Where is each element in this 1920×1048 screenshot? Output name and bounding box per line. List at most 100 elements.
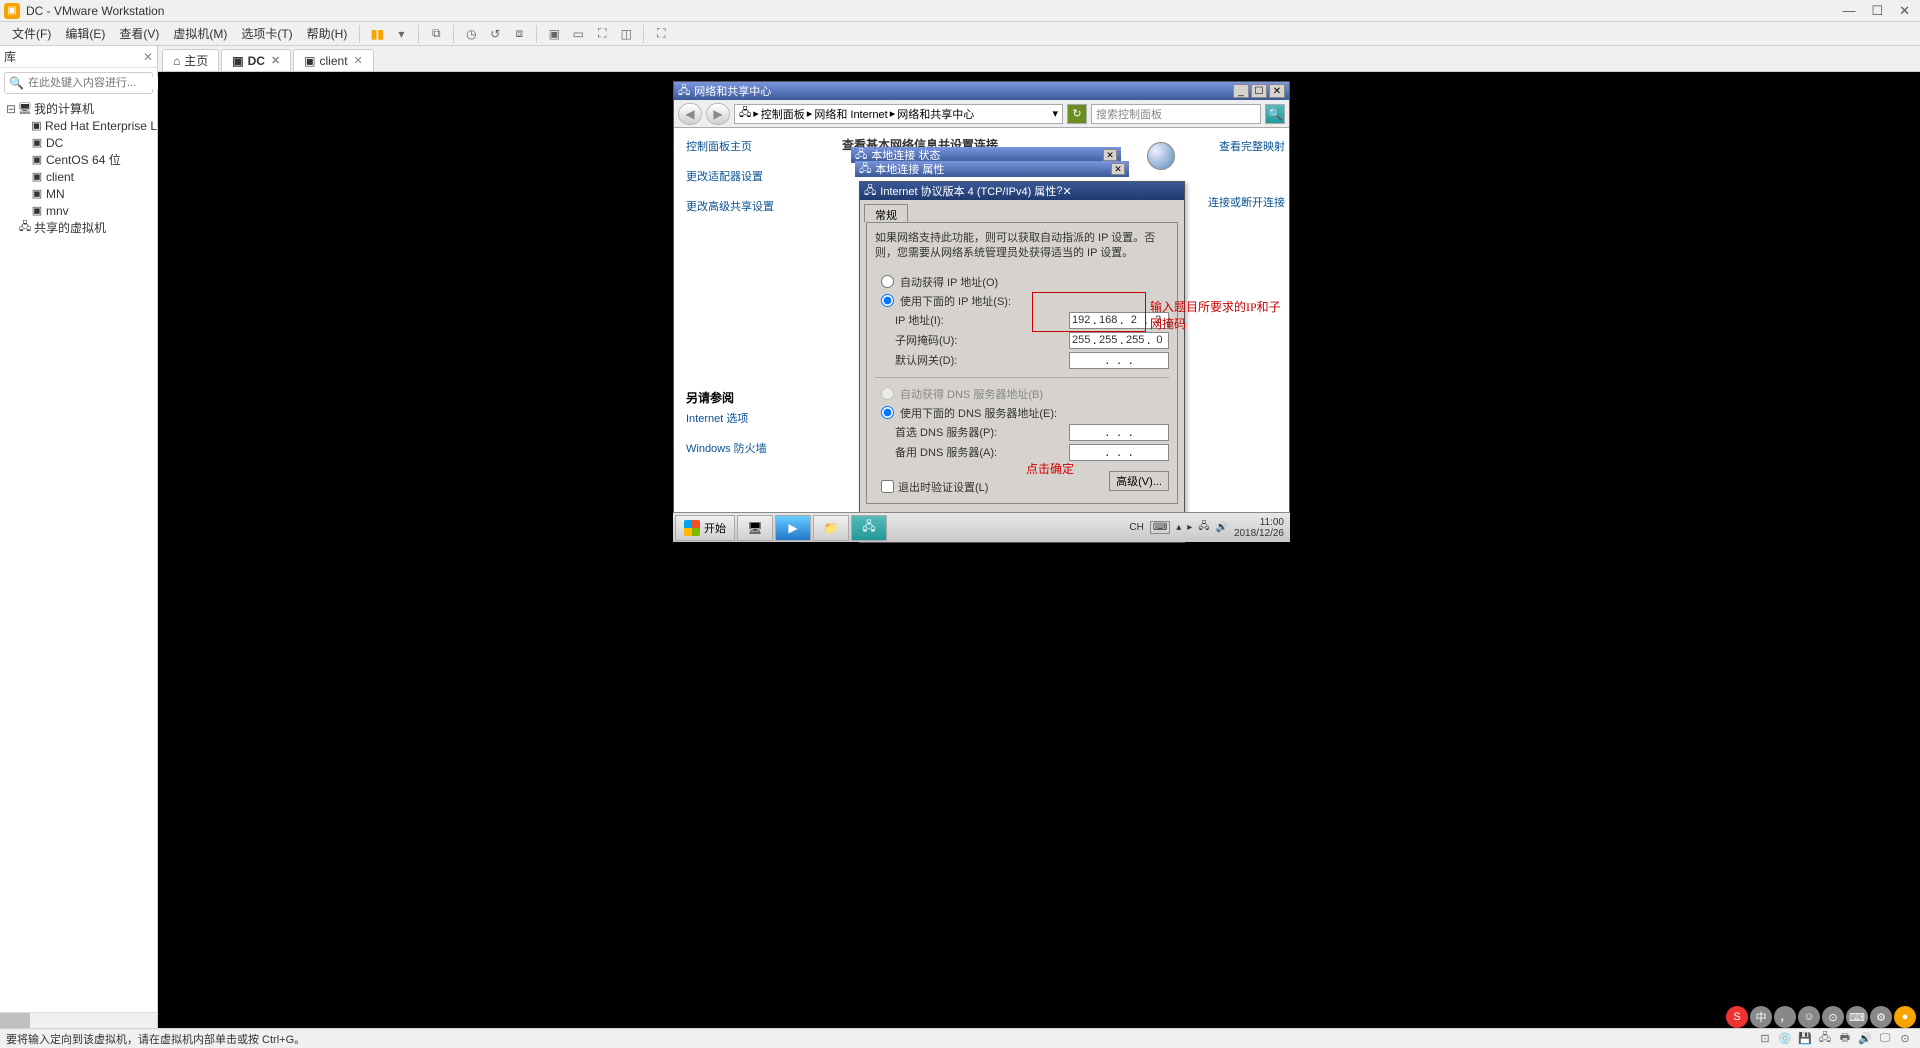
radio-use-dns[interactable]: 使用下面的 DNS 服务器地址(E): xyxy=(881,405,1169,421)
menu-view[interactable]: 查看(V) xyxy=(113,23,165,44)
ime-icon[interactable]: ⌨ xyxy=(1150,521,1170,534)
ime-s-icon[interactable]: S xyxy=(1726,1006,1748,1028)
radio-auto-ip[interactable]: 自动获得 IP 地址(O) xyxy=(881,274,1169,290)
view1-icon[interactable]: ▣ xyxy=(543,24,565,44)
guest-titlebar[interactable]: 🖧 网络和共享中心 _ ☐ ✕ xyxy=(674,82,1289,100)
taskbar-explorer-icon[interactable]: 📁 xyxy=(813,515,849,541)
menu-tabs[interactable]: 选项卡(T) xyxy=(235,23,298,44)
ime-zh-icon[interactable]: 中 xyxy=(1750,1006,1772,1028)
lang-indicator[interactable]: CH xyxy=(1129,522,1143,533)
minimize-button[interactable]: _ xyxy=(1233,84,1249,98)
ime-extra-icon[interactable]: ● xyxy=(1894,1006,1916,1028)
validate-checkbox[interactable]: 退出时验证设置(L) xyxy=(881,479,988,495)
scrollbar-horizontal[interactable] xyxy=(0,1012,157,1028)
ime-setting-icon[interactable]: ⚙ xyxy=(1870,1006,1892,1028)
subnet-mask-input[interactable]: 255.255.255.0 xyxy=(1069,332,1169,349)
snapshot-icon[interactable]: ⧉ xyxy=(425,24,447,44)
close-icon[interactable]: ✕ xyxy=(271,54,280,67)
close-button[interactable]: ✕ xyxy=(1111,163,1125,175)
tree-client[interactable]: ▣client xyxy=(0,168,157,185)
close-icon[interactable]: ✕ xyxy=(143,50,153,64)
tree-centos[interactable]: ▣CentOS 64 位 xyxy=(0,151,157,168)
tree-root[interactable]: ⊟🖥我的计算机 xyxy=(0,100,157,117)
ime-comma-icon[interactable]: ， xyxy=(1774,1006,1796,1028)
search-button[interactable]: 🔍 xyxy=(1265,104,1285,124)
ime-kbd-icon[interactable]: ⌨ xyxy=(1846,1006,1868,1028)
pause-icon[interactable]: ▮▮ xyxy=(366,24,388,44)
taskbar-server-icon[interactable]: 🖥 xyxy=(737,515,773,541)
volume-icon[interactable]: 🔊 xyxy=(1215,522,1227,533)
view2-icon[interactable]: ▭ xyxy=(567,24,589,44)
maximize-button[interactable]: ☐ xyxy=(1871,3,1883,19)
link-change-adapter[interactable]: 更改适配器设置 xyxy=(686,168,822,184)
device-icon[interactable]: ⊙ xyxy=(1896,1031,1914,1047)
device-icon[interactable]: 🖶 xyxy=(1836,1031,1854,1047)
vm-screen[interactable]: 🖧 网络和共享中心 _ ☐ ✕ ◀ ▶ 🖧 ▸控制面板 ▸网络和 Interne… xyxy=(158,72,1920,1028)
gateway-input[interactable]: . . . xyxy=(1069,352,1169,369)
breadcrumb[interactable]: 🖧 ▸控制面板 ▸网络和 Internet ▸网络和共享中心 ▾ xyxy=(734,104,1063,124)
device-icon[interactable]: 🖧 xyxy=(1816,1031,1834,1047)
radio-use-ip[interactable]: 使用下面的 IP 地址(S): xyxy=(881,293,1169,309)
close-icon[interactable]: ✕ xyxy=(354,54,363,67)
menu-vm[interactable]: 虚拟机(M) xyxy=(167,23,233,44)
link-windows-firewall[interactable]: Windows 防火墙 xyxy=(686,440,767,456)
fullscreen-icon[interactable]: ⛶ xyxy=(650,24,672,44)
link-change-sharing[interactable]: 更改高级共享设置 xyxy=(686,198,822,214)
close-button[interactable]: ✕ xyxy=(1899,3,1910,19)
tray-icon[interactable]: ▴ xyxy=(1176,522,1181,533)
ime-circle-icon[interactable]: ⊙ xyxy=(1822,1006,1844,1028)
dns2-input[interactable]: . . . xyxy=(1069,444,1169,461)
back-button[interactable]: ◀ xyxy=(678,103,702,125)
menu-edit[interactable]: 编辑(E) xyxy=(59,23,111,44)
clock-icon[interactable]: ◷ xyxy=(460,24,482,44)
link-internet-options[interactable]: Internet 选项 xyxy=(686,410,767,426)
dropdown-icon[interactable]: ▾ xyxy=(390,24,412,44)
tab-general[interactable]: 常规 xyxy=(864,204,908,222)
sidebar-search[interactable]: 🔍 ▾ xyxy=(4,72,153,94)
search-box[interactable]: 搜索控制面板 xyxy=(1091,104,1261,124)
menu-file[interactable]: 文件(F) xyxy=(6,23,57,44)
menu-help[interactable]: 帮助(H) xyxy=(301,23,354,44)
modal-titlebar[interactable]: 🖧 Internet 协议版本 4 (TCP/IPv4) 属性 ? ✕ xyxy=(860,182,1184,200)
taskbar-network-icon[interactable]: 🖧 xyxy=(851,515,887,541)
view3-icon[interactable]: ⛶ xyxy=(591,24,613,44)
taskbar-powershell-icon[interactable]: ▶ xyxy=(775,515,811,541)
device-icon[interactable]: 🖵 xyxy=(1876,1031,1894,1047)
tab-client[interactable]: ▣client✕ xyxy=(293,49,374,71)
tab-dc[interactable]: ▣DC✕ xyxy=(221,49,291,71)
device-icon[interactable]: 🔊 xyxy=(1856,1031,1874,1047)
maximize-button[interactable]: ☐ xyxy=(1251,84,1267,98)
device-icon[interactable]: ⊡ xyxy=(1756,1031,1774,1047)
manage-icon[interactable]: ⧈ xyxy=(508,24,530,44)
device-icon[interactable]: 💾 xyxy=(1796,1031,1814,1047)
tree-mnv[interactable]: ▣mnv xyxy=(0,202,157,219)
forward-button[interactable]: ▶ xyxy=(706,103,730,125)
tree-rhel[interactable]: ▣Red Hat Enterprise L xyxy=(0,117,157,134)
view4-icon[interactable]: ◫ xyxy=(615,24,637,44)
close-button[interactable]: ✕ xyxy=(1062,185,1071,198)
start-button[interactable]: 开始 xyxy=(675,515,735,541)
link-view-full-map[interactable]: 查看完整映射 xyxy=(1203,138,1285,154)
ime-smile-icon[interactable]: ☺ xyxy=(1798,1006,1820,1028)
device-icon[interactable]: 💿 xyxy=(1776,1031,1794,1047)
flag-icon[interactable]: ▸ xyxy=(1187,522,1192,533)
tab-home[interactable]: ⌂主页 xyxy=(162,49,219,71)
modal-titlebar[interactable]: 🖧 本地连接 属性 ✕ xyxy=(855,161,1129,177)
tree-dc[interactable]: ▣DC xyxy=(0,134,157,151)
clock[interactable]: 11:00 2018/12/26 xyxy=(1234,517,1284,539)
network-tray-icon[interactable]: 🖧 xyxy=(1198,519,1209,536)
revert-icon[interactable]: ↺ xyxy=(484,24,506,44)
close-button[interactable]: ✕ xyxy=(1103,149,1117,161)
dns1-input[interactable]: . . . xyxy=(1069,424,1169,441)
link-control-panel-home[interactable]: 控制面板主页 xyxy=(686,138,822,154)
gateway-label: 默认网关(D): xyxy=(895,352,1061,368)
refresh-button[interactable]: ↻ xyxy=(1067,104,1087,124)
search-input[interactable] xyxy=(28,77,170,89)
minimize-button[interactable]: — xyxy=(1842,3,1855,19)
tree-mn[interactable]: ▣MN xyxy=(0,185,157,202)
link-connect-disconnect[interactable]: 连接或断开连接 xyxy=(1203,194,1285,210)
advanced-button[interactable]: 高级(V)... xyxy=(1109,471,1169,491)
close-button[interactable]: ✕ xyxy=(1269,84,1285,98)
tree-shared[interactable]: 🖧共享的虚拟机 xyxy=(0,219,157,236)
network-icon: 🖧 xyxy=(864,182,876,201)
